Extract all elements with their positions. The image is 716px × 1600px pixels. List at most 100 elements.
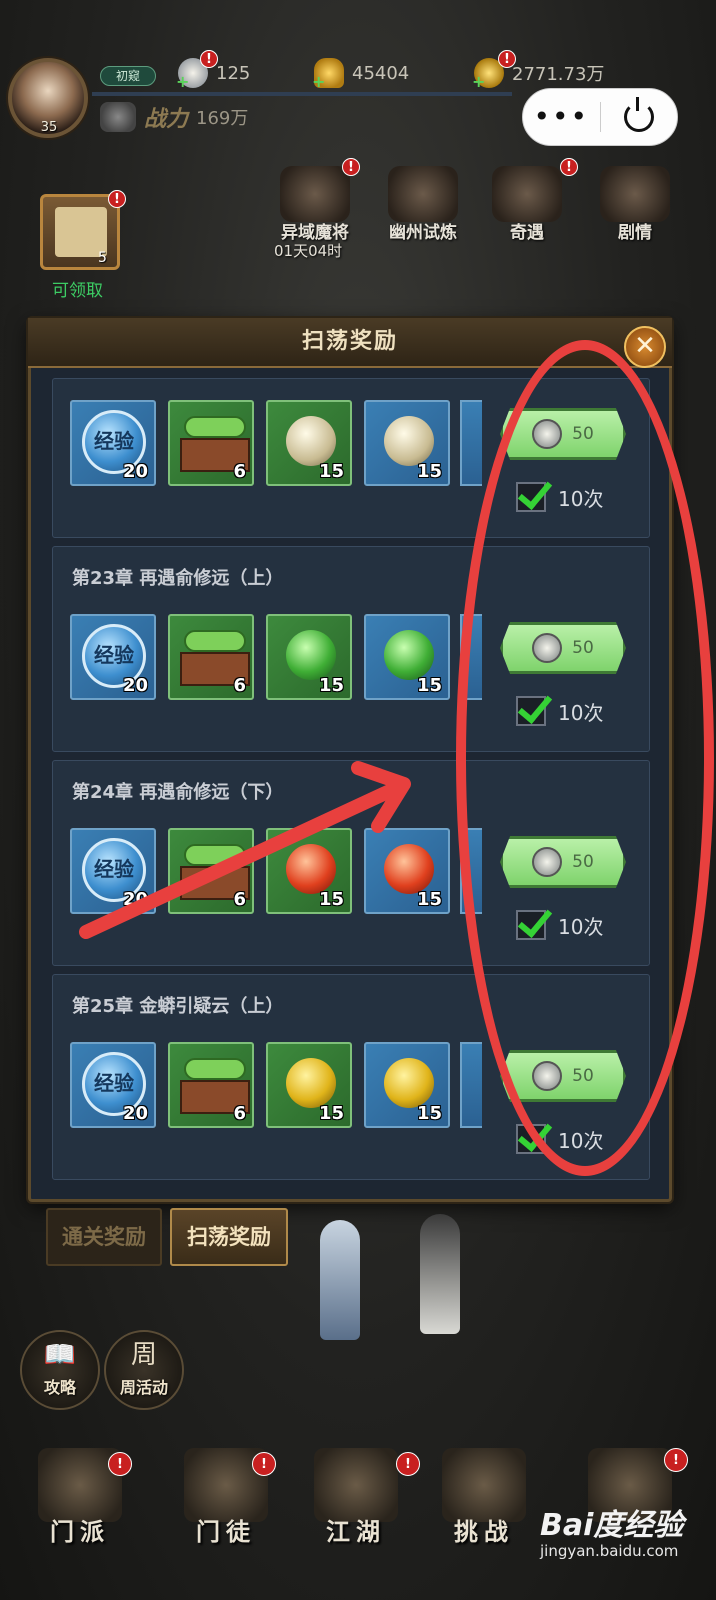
resource-ingot-value: 45404 bbox=[352, 62, 410, 84]
reward-item[interactable]: 15 bbox=[266, 400, 352, 486]
event-label: 奇遇 bbox=[510, 223, 544, 243]
coin-icon: + ! bbox=[472, 50, 516, 91]
guide-button[interactable]: 📖 攻略 bbox=[20, 1330, 100, 1410]
reward-item[interactable]: 6 bbox=[168, 400, 254, 486]
item-count: 6 bbox=[233, 1103, 246, 1124]
alert-badge: ! bbox=[108, 190, 126, 208]
resource-bun-value: 125 bbox=[216, 62, 251, 84]
resource-ingot[interactable]: + 45404 bbox=[312, 58, 410, 91]
claim-count: 5 bbox=[98, 250, 107, 266]
tab-sweep-reward[interactable]: 扫荡奖励 bbox=[170, 1208, 288, 1266]
combat-power: 战力 169万 bbox=[100, 102, 248, 132]
hud-divider bbox=[92, 92, 512, 96]
nav-label: 门徒 bbox=[196, 1518, 256, 1546]
item-count: 15 bbox=[318, 461, 344, 482]
reward-item[interactable]: 经验 20 bbox=[70, 400, 156, 486]
item-count: 6 bbox=[233, 675, 246, 696]
tab-clear-reward[interactable]: 通关奖励 bbox=[46, 1208, 162, 1266]
green-pearl-icon bbox=[384, 630, 434, 680]
reward-item[interactable]: 15 bbox=[266, 828, 352, 914]
event-foreign-general[interactable]: 异域魔将 bbox=[270, 166, 360, 246]
item-count: 20 bbox=[122, 461, 148, 482]
jianghu-icon bbox=[314, 1448, 398, 1522]
reward-item[interactable]: 15 bbox=[364, 828, 450, 914]
power-icon bbox=[623, 97, 654, 132]
exit-button[interactable] bbox=[601, 97, 678, 132]
reward-item[interactable]: 15 bbox=[364, 614, 450, 700]
event-label: 剧情 bbox=[618, 223, 652, 243]
event-label: 幽州试炼 bbox=[389, 223, 457, 243]
plus-icon: + bbox=[312, 72, 326, 91]
red-pearl-icon bbox=[384, 844, 434, 894]
event-timer: 01天04时 bbox=[274, 242, 343, 260]
reward-item[interactable]: 经验 20 bbox=[70, 828, 156, 914]
character-sprite bbox=[420, 1214, 460, 1334]
item-count: 15 bbox=[416, 675, 442, 696]
nav-challenge[interactable]: 挑战 bbox=[428, 1448, 540, 1558]
miniapp-capsule: ••• bbox=[522, 88, 678, 146]
nav-label: 挑战 bbox=[454, 1518, 514, 1546]
plus-icon: + bbox=[176, 72, 190, 91]
item-count: 15 bbox=[318, 1103, 344, 1124]
battle-scene bbox=[280, 1210, 510, 1360]
chapter-title: 第23章 再遇俞修远（上） bbox=[72, 568, 284, 589]
baidu-watermark: Bai度经验 jingyan.baidu.com bbox=[540, 1500, 683, 1560]
resource-coin[interactable]: + ! 2771.73万 bbox=[472, 50, 605, 91]
alert-badge: ! bbox=[560, 158, 578, 176]
item-count: 20 bbox=[122, 889, 148, 910]
reward-item[interactable]: 15 bbox=[364, 1042, 450, 1128]
event-encounter[interactable]: 奇遇 bbox=[482, 166, 572, 246]
more-button[interactable]: ••• bbox=[523, 103, 600, 131]
steamed-bun-icon: + ! bbox=[176, 50, 218, 91]
alert-badge: ! bbox=[108, 1452, 132, 1476]
story-scroll-icon bbox=[600, 166, 670, 222]
reward-item-partial bbox=[460, 1042, 482, 1128]
item-count: 20 bbox=[122, 1103, 148, 1124]
claim-reward-button[interactable] bbox=[40, 194, 120, 270]
gold-pearl-icon bbox=[286, 1058, 336, 1108]
weekly-event-button[interactable]: 周 周活动 bbox=[104, 1330, 184, 1410]
item-count: 15 bbox=[416, 461, 442, 482]
event-story[interactable]: 剧情 bbox=[590, 166, 680, 246]
green-pearl-icon bbox=[286, 630, 336, 680]
player-level: 35 bbox=[40, 120, 58, 135]
reward-item[interactable]: 6 bbox=[168, 614, 254, 700]
item-count: 6 bbox=[233, 889, 246, 910]
item-count: 6 bbox=[233, 461, 246, 482]
gate-icon bbox=[388, 166, 458, 222]
reward-item[interactable]: 6 bbox=[168, 828, 254, 914]
resource-bun[interactable]: + ! 125 bbox=[176, 50, 251, 91]
chapter-title: 第24章 再遇俞修远（下） bbox=[72, 782, 284, 803]
nav-label: 门派 bbox=[50, 1518, 110, 1546]
reward-item[interactable]: 经验 20 bbox=[70, 614, 156, 700]
alert-badge: ! bbox=[664, 1448, 688, 1472]
power-label: 战力 bbox=[144, 107, 189, 132]
reward-item-partial bbox=[460, 400, 482, 486]
item-count: 15 bbox=[318, 889, 344, 910]
reward-item[interactable]: 6 bbox=[168, 1042, 254, 1128]
nav-label: 江湖 bbox=[326, 1518, 386, 1546]
watermark-brand: Bai度经验 bbox=[540, 1508, 684, 1543]
ingot-icon: + bbox=[312, 58, 344, 91]
calendar-icon: 周 bbox=[130, 1340, 157, 1370]
event-youzhou-trial[interactable]: 幽州试炼 bbox=[378, 166, 468, 246]
demon-general-icon bbox=[280, 166, 350, 222]
close-button[interactable]: ✕ bbox=[624, 326, 666, 368]
book-icon: 📖 bbox=[43, 1340, 77, 1370]
white-pearl-icon bbox=[384, 416, 434, 466]
alert-badge: ! bbox=[342, 158, 360, 176]
reward-item[interactable]: 15 bbox=[266, 1042, 352, 1128]
crossed-swords-icon bbox=[442, 1448, 526, 1522]
alert-badge: ! bbox=[252, 1452, 276, 1476]
item-count: 15 bbox=[416, 889, 442, 910]
weekly-event-label: 周活动 bbox=[119, 1378, 168, 1397]
alert-badge: ! bbox=[200, 50, 218, 68]
reward-item[interactable]: 经验 20 bbox=[70, 1042, 156, 1128]
reward-item[interactable]: 15 bbox=[364, 400, 450, 486]
resource-coin-value: 2771.73万 bbox=[512, 64, 605, 85]
white-pearl-icon bbox=[286, 416, 336, 466]
plus-icon: + bbox=[472, 72, 486, 91]
item-count: 15 bbox=[318, 675, 344, 696]
helmet-icon bbox=[100, 102, 136, 132]
reward-item[interactable]: 15 bbox=[266, 614, 352, 700]
